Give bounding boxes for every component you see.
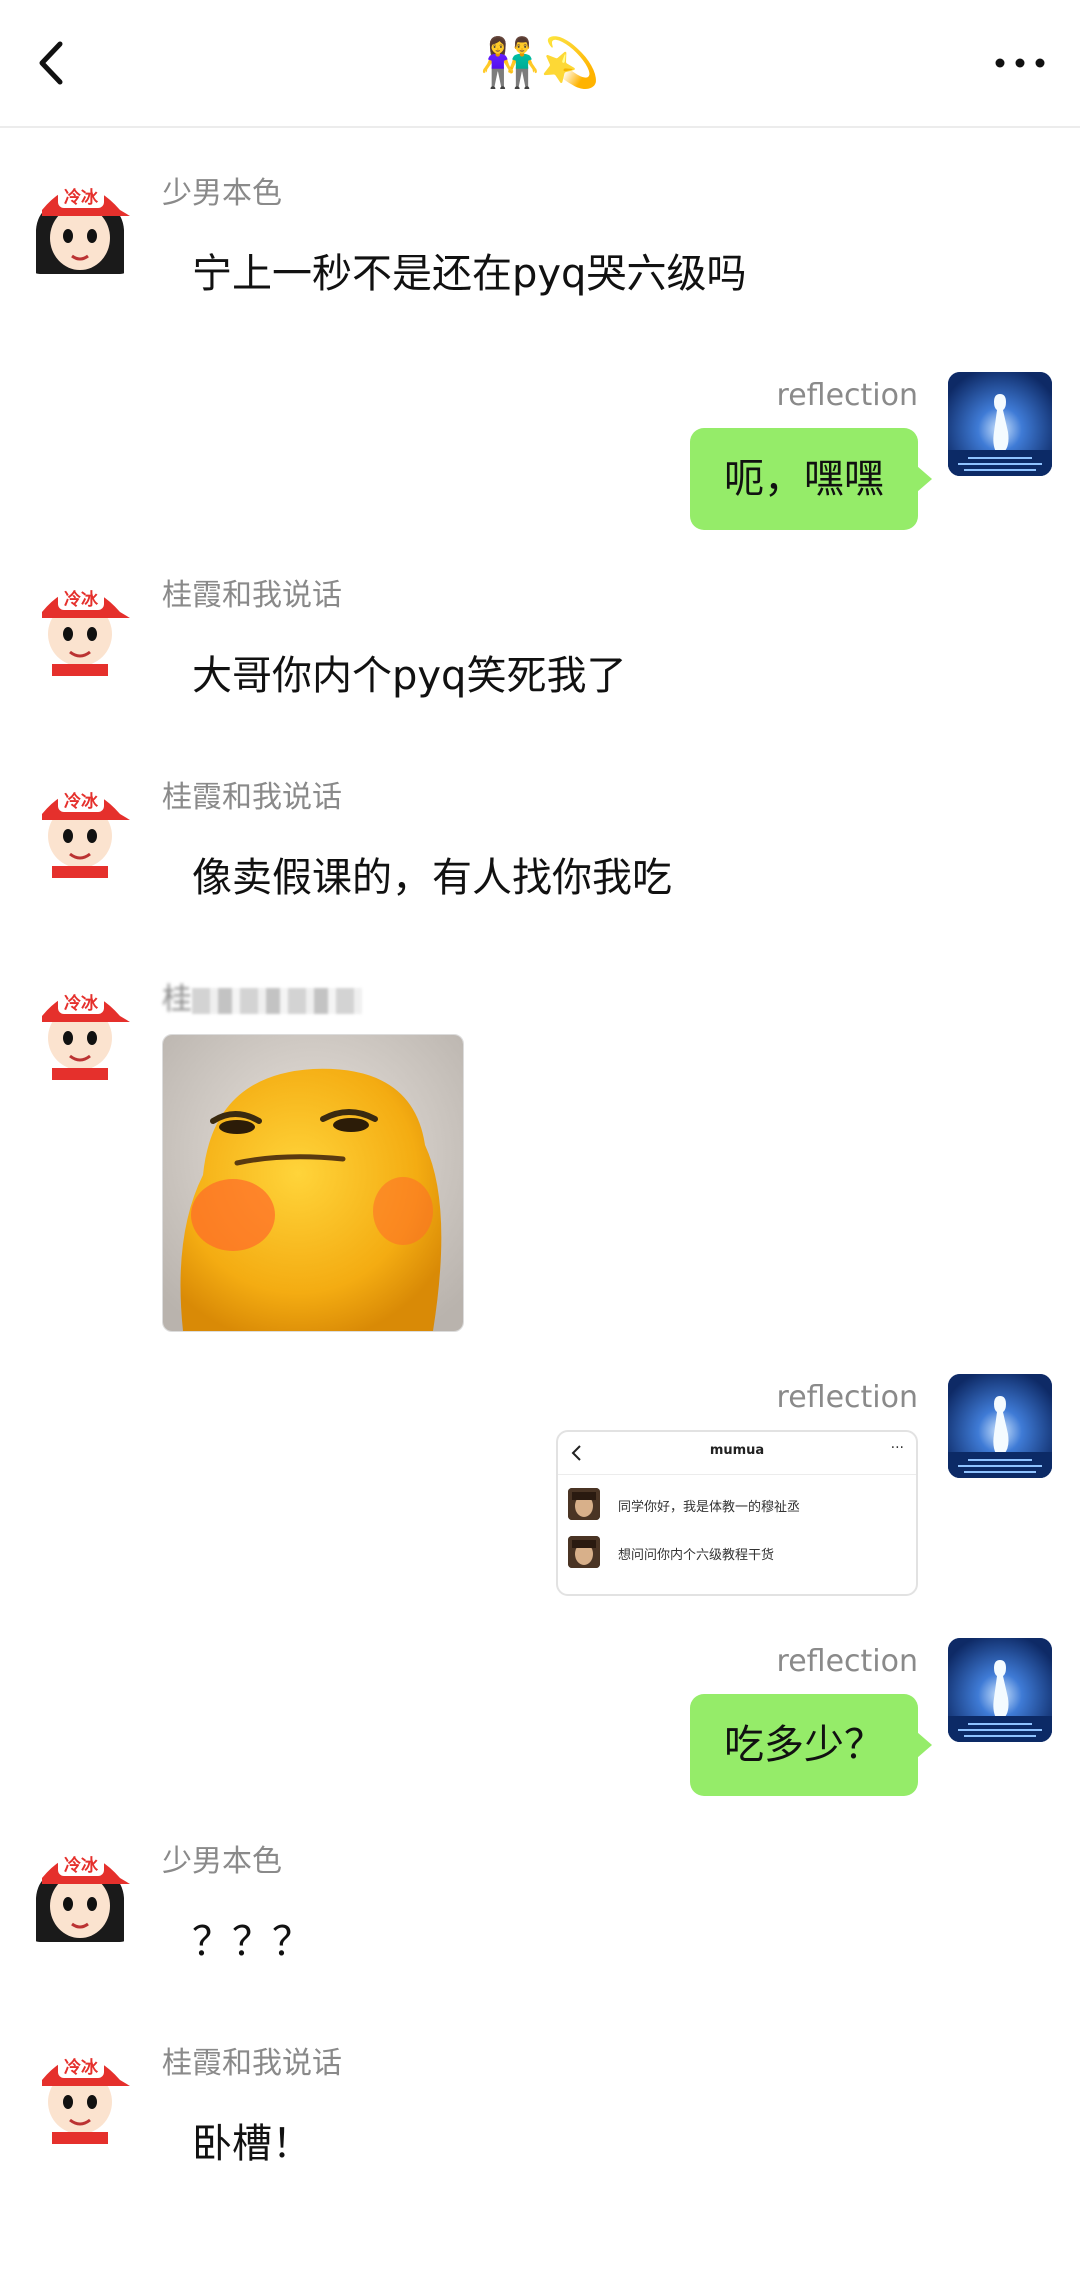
avatar-cap-label: 冷冰	[64, 187, 99, 208]
sender-name: 桂霞和我说话	[162, 2046, 342, 2081]
screenshot-image[interactable]: mumua ··· 同学你好，我是体教一的穆祉丞 想问问你内个六级教程干货	[556, 1430, 918, 1596]
avatar[interactable]: 冷冰	[28, 2040, 132, 2144]
avatar[interactable]	[948, 372, 1052, 476]
message-bubble[interactable]: 呃，嘿嘿	[690, 428, 932, 530]
message-text[interactable]: 大哥你内个pyq笑死我了	[192, 648, 626, 704]
avatar[interactable]: 冷冰	[28, 774, 132, 878]
avatar[interactable]	[948, 1374, 1052, 1478]
avatar[interactable]: 冷冰	[28, 1838, 132, 1942]
sticker-image[interactable]	[162, 1034, 464, 1332]
girl-cap-avatar-icon: 冷冰	[28, 1838, 132, 1942]
glowing-figure-avatar-icon	[948, 372, 1052, 476]
message-text[interactable]: 宁上一秒不是还在pyq哭六级吗	[192, 246, 746, 302]
chat-header: 👫💫	[0, 0, 1080, 128]
avatar	[568, 1536, 600, 1568]
screenshot-message-row: 同学你好，我是体教一的穆祉丞	[568, 1488, 908, 1524]
chat-title: 👫💫	[480, 35, 600, 91]
avatar[interactable]	[948, 1638, 1052, 1742]
boy-cap-avatar-icon: 冷冰	[28, 572, 132, 676]
avatar-cap-label: 冷冰	[64, 993, 99, 1014]
sender-name: 少男本色	[162, 1844, 282, 1879]
avatar-cap-label: 冷冰	[64, 2057, 99, 2078]
boy-cap-avatar-icon: 冷冰	[28, 2040, 132, 2144]
avatar-cap-label: 冷冰	[64, 1855, 99, 1876]
avatar	[568, 1488, 600, 1520]
blurred-text	[192, 987, 362, 1014]
message-text[interactable]: 卧槽！	[192, 2116, 312, 2172]
glowing-figure-avatar-icon	[948, 1638, 1052, 1742]
avatar-cap-label: 冷冰	[64, 791, 99, 812]
sender-name: reflection	[776, 1380, 918, 1415]
screenshot-message-text: 同学你好，我是体教一的穆祉丞	[618, 1500, 801, 1515]
sender-name-prefix: 桂	[162, 982, 192, 1017]
sender-name: reflection	[776, 378, 918, 413]
sender-name-blurred: 桂	[162, 980, 362, 1020]
boy-cap-avatar-icon: 冷冰	[28, 774, 132, 878]
sender-name: reflection	[776, 1644, 918, 1679]
avatar[interactable]: 冷冰	[28, 170, 132, 274]
screenshot-header: mumua ···	[558, 1432, 916, 1475]
avatar[interactable]: 冷冰	[28, 572, 132, 676]
boy-cap-avatar-icon: 冷冰	[28, 976, 132, 1080]
sender-name: 少男本色	[162, 176, 282, 211]
ellipsis-icon[interactable]	[990, 36, 1050, 90]
screenshot-title: mumua	[709, 1443, 765, 1458]
message-text[interactable]: 像卖假课的，有人找你我吃	[192, 850, 672, 906]
sender-name: 桂霞和我说话	[162, 780, 342, 815]
message-bubble[interactable]: 吃多少？	[690, 1694, 932, 1796]
girl-cap-avatar-icon: 冷冰	[28, 170, 132, 274]
screenshot-message-row: 想问问你内个六级教程干货	[568, 1536, 908, 1572]
avatar-cap-label: 冷冰	[64, 589, 99, 610]
smug-yellow-creature-sticker-icon	[163, 1035, 463, 1331]
sender-name: 桂霞和我说话	[162, 578, 342, 613]
avatar[interactable]: 冷冰	[28, 976, 132, 1080]
screenshot-message-text: 想问问你内个六级教程干货	[618, 1548, 775, 1563]
message-text[interactable]: ？？？	[192, 1914, 312, 1970]
ellipsis-icon: ···	[890, 1440, 904, 1456]
glowing-figure-avatar-icon	[948, 1374, 1052, 1478]
